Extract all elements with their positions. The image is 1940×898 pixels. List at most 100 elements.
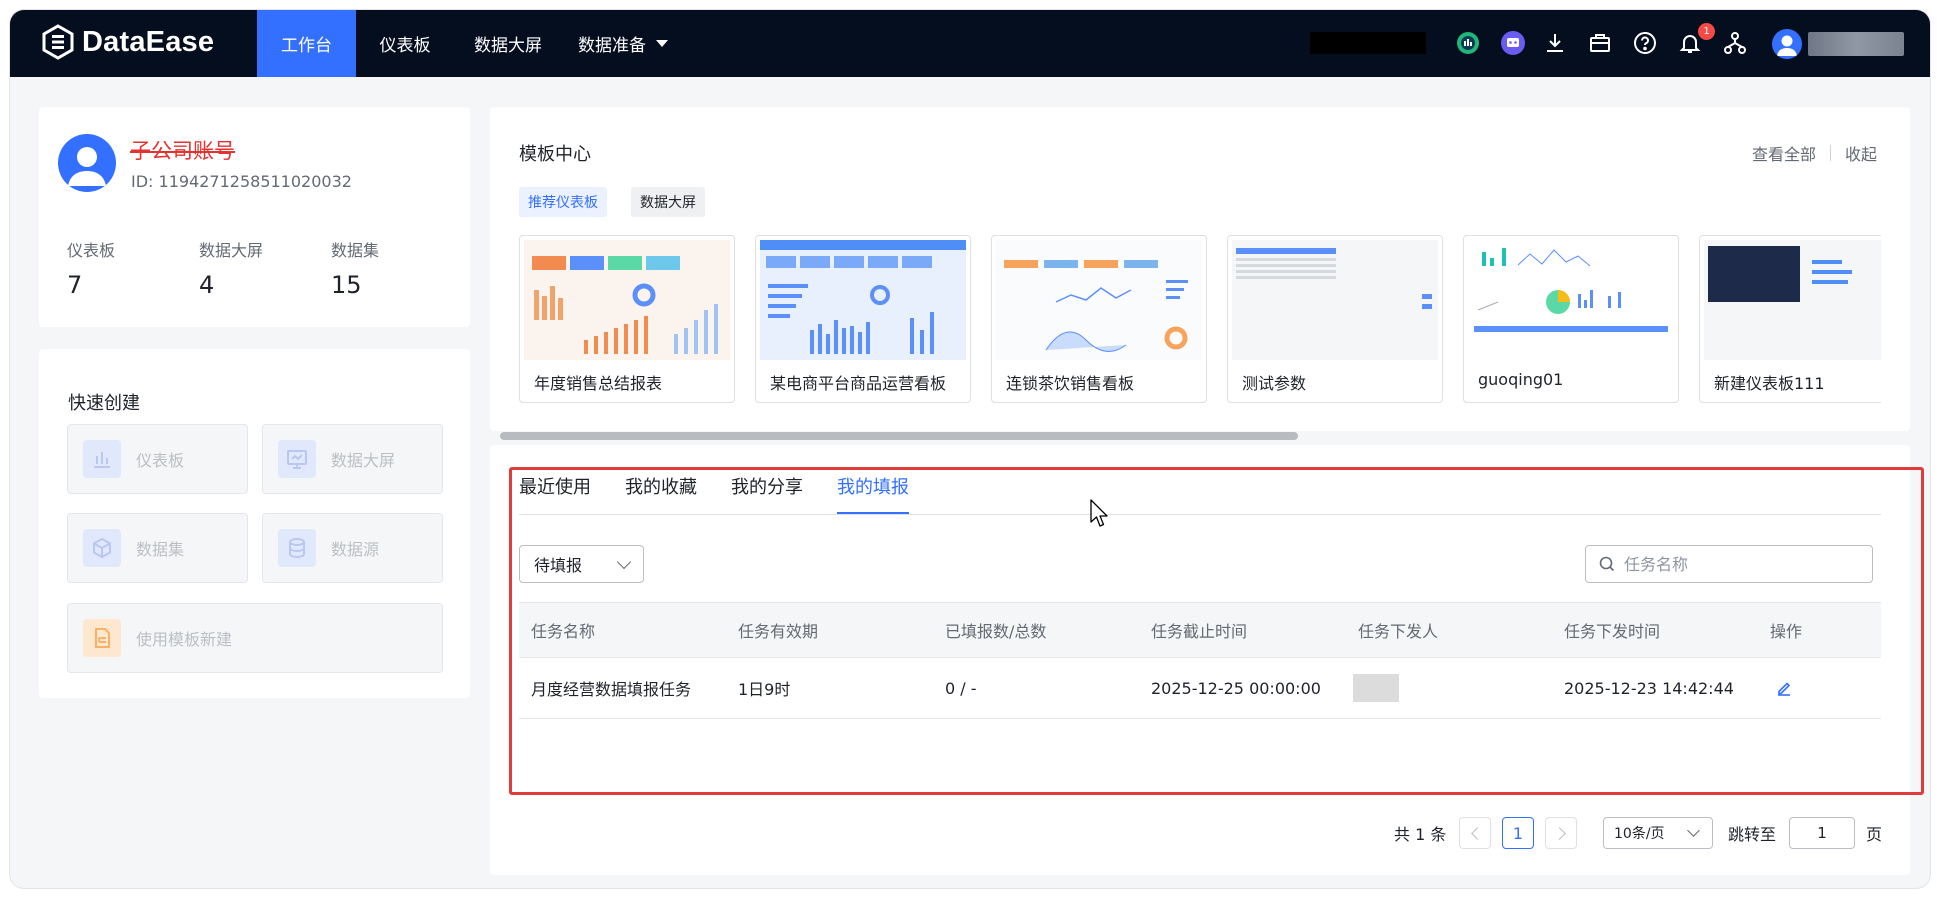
tag-screen[interactable]: 数据大屏 xyxy=(631,187,705,217)
pagination-total: 共 1 条 xyxy=(1394,825,1447,844)
user-info-card: 子公司账号 ID: 1194271258511020032 仪表板 7 数据大屏… xyxy=(39,107,470,327)
view-all-link[interactable]: 查看全部 xyxy=(1752,141,1816,165)
jump-label: 跳转至 xyxy=(1728,825,1777,844)
cell-issued-time: 2025-12-23 14:42:44 xyxy=(1564,678,1734,698)
nav-data-prep[interactable]: 数据准备 xyxy=(562,10,684,77)
header-deadline: 任务截止时间 xyxy=(1151,622,1248,641)
table-header: 任务名称 任务有效期 已填报数/总数 任务截止时间 任务下发人 任务下发时间 操… xyxy=(519,602,1881,658)
database-icon xyxy=(278,529,316,567)
app-window: DataEase 工作台 仪表板 数据大屏 数据准备 1 子公司账号 ID: 1… xyxy=(10,10,1930,888)
page-size-select[interactable]: 10条/页 xyxy=(1603,817,1713,849)
tab-shared[interactable]: 我的分享 xyxy=(731,473,803,515)
header-issuer: 任务下发人 xyxy=(1358,622,1439,641)
chevron-left-icon xyxy=(1470,826,1484,840)
nav-workbench[interactable]: 工作台 xyxy=(257,10,356,77)
dataease-logo-icon xyxy=(42,24,74,60)
status-select[interactable]: 待填报 xyxy=(519,545,644,583)
create-datasource-button[interactable]: 数据源 xyxy=(262,513,443,583)
next-page-button[interactable] xyxy=(1545,817,1577,849)
task-search[interactable] xyxy=(1585,545,1873,583)
header-actions: 操作 xyxy=(1770,622,1803,641)
nav-screen[interactable]: 数据大屏 xyxy=(454,10,562,77)
app-name: DataEase xyxy=(82,25,215,58)
redacted-org-name xyxy=(1310,32,1426,54)
create-dataset-button[interactable]: 数据集 xyxy=(67,513,248,583)
mouse-cursor-icon xyxy=(1090,499,1108,527)
horizontal-scrollbar[interactable] xyxy=(500,432,1298,440)
template-name: 某电商平台商品运营看板 xyxy=(770,374,947,393)
template-center-title: 模板中心 xyxy=(519,144,591,165)
download-icon[interactable] xyxy=(1540,28,1570,58)
cell-task-name: 月度经营数据填报任务 xyxy=(531,680,692,699)
jump-page-input[interactable]: 1 xyxy=(1789,817,1855,849)
chevron-down-icon xyxy=(616,554,632,570)
tab-recent[interactable]: 最近使用 xyxy=(519,473,591,515)
task-list-card: 最近使用 我的收藏 我的分享 我的填报 待填报 任务名称 任务有效期 已填报数/… xyxy=(490,445,1910,875)
header-task-name: 任务名称 xyxy=(531,622,596,641)
logo[interactable]: DataEase xyxy=(40,24,214,60)
user-name: 子公司账号 xyxy=(130,139,235,163)
cell-progress: 0 / - xyxy=(945,678,977,698)
tab-divider xyxy=(519,514,1881,515)
search-input[interactable] xyxy=(1624,554,1864,574)
template-thumbnail xyxy=(996,240,1202,360)
stat-dataset: 数据集 15 xyxy=(331,237,379,299)
redacted-issuer xyxy=(1353,674,1399,702)
ai-assistant-icon[interactable] xyxy=(1453,28,1483,58)
quick-create-card: 快速创建 仪表板 数据大屏 数据集 数据源 使用模板新建 xyxy=(39,349,470,698)
template-card[interactable]: guoqing01 xyxy=(1463,235,1679,403)
template-card[interactable]: 新建仪表板111 xyxy=(1699,235,1881,403)
tab-favorites[interactable]: 我的收藏 xyxy=(625,473,697,515)
chevron-down-icon xyxy=(1687,824,1700,837)
template-name: guoqing01 xyxy=(1478,370,1564,389)
template-center-card: 模板中心 查看全部 收起 推荐仪表板 数据大屏 年度销售总结报表 某电商平台商品… xyxy=(490,107,1910,440)
template-card[interactable]: 测试参数 xyxy=(1227,235,1443,403)
top-navbar: DataEase 工作台 仪表板 数据大屏 数据准备 1 xyxy=(10,10,1930,77)
template-card[interactable]: 连锁茶饮销售看板 xyxy=(991,235,1207,403)
quick-create-title: 快速创建 xyxy=(68,393,140,414)
page-1-button[interactable]: 1 xyxy=(1502,817,1534,849)
help-icon[interactable] xyxy=(1630,28,1660,58)
chat-bot-icon[interactable] xyxy=(1498,28,1528,58)
stat-label: 数据大屏 xyxy=(199,241,264,260)
button-label: 数据大屏 xyxy=(331,451,396,470)
tag-recommended-dashboard[interactable]: 推荐仪表板 xyxy=(519,187,607,217)
collapse-link[interactable]: 收起 xyxy=(1845,141,1877,165)
cube-icon xyxy=(83,529,121,567)
avatar xyxy=(58,134,116,192)
template-list: 年度销售总结报表 某电商平台商品运营看板 连锁茶饮销售看板 测试参数 guoqi… xyxy=(519,235,1881,405)
edit-action[interactable] xyxy=(1775,658,1793,718)
page-size-value: 10条/页 xyxy=(1614,826,1665,842)
nav-dashboard[interactable]: 仪表板 xyxy=(356,10,454,77)
org-structure-icon[interactable] xyxy=(1720,28,1750,58)
stat-value: 4 xyxy=(199,271,215,299)
template-card[interactable]: 年度销售总结报表 xyxy=(519,235,735,403)
stat-dashboard: 仪表板 7 xyxy=(67,237,115,299)
edit-pencil-icon xyxy=(1778,682,1791,696)
template-card[interactable]: 某电商平台商品运营看板 xyxy=(755,235,971,403)
caret-down-icon xyxy=(656,40,668,47)
stat-screen: 数据大屏 4 xyxy=(199,237,263,299)
redacted-username xyxy=(1808,32,1904,56)
create-from-template-button[interactable]: 使用模板新建 xyxy=(67,603,443,673)
create-screen-button[interactable]: 数据大屏 xyxy=(262,424,443,494)
user-id: ID: 1194271258511020032 xyxy=(131,172,352,191)
table-row[interactable]: 月度经营数据填报任务 1日9时 0 / - 2025-12-25 00:00:0… xyxy=(519,658,1881,719)
nav-label: 工作台 xyxy=(281,36,332,56)
main-nav: 工作台 仪表板 数据大屏 数据准备 xyxy=(257,10,684,77)
template-file-icon xyxy=(83,619,121,657)
template-thumbnail xyxy=(1232,240,1438,360)
create-dashboard-button[interactable]: 仪表板 xyxy=(67,424,248,494)
prev-page-button[interactable] xyxy=(1459,817,1491,849)
button-label: 数据源 xyxy=(331,540,380,559)
user-avatar-icon[interactable] xyxy=(1772,29,1802,59)
nav-label: 仪表板 xyxy=(379,36,431,56)
stat-label: 数据集 xyxy=(331,241,380,260)
bar-chart-icon xyxy=(83,440,121,478)
template-name: 连锁茶饮销售看板 xyxy=(1006,374,1135,393)
toolbox-icon[interactable] xyxy=(1585,28,1615,58)
cell-deadline: 2025-12-25 00:00:00 xyxy=(1151,678,1321,698)
tab-my-fill-reports[interactable]: 我的填报 xyxy=(837,473,909,515)
template-name: 年度销售总结报表 xyxy=(534,374,663,393)
header-issued-time: 任务下发时间 xyxy=(1564,622,1661,641)
